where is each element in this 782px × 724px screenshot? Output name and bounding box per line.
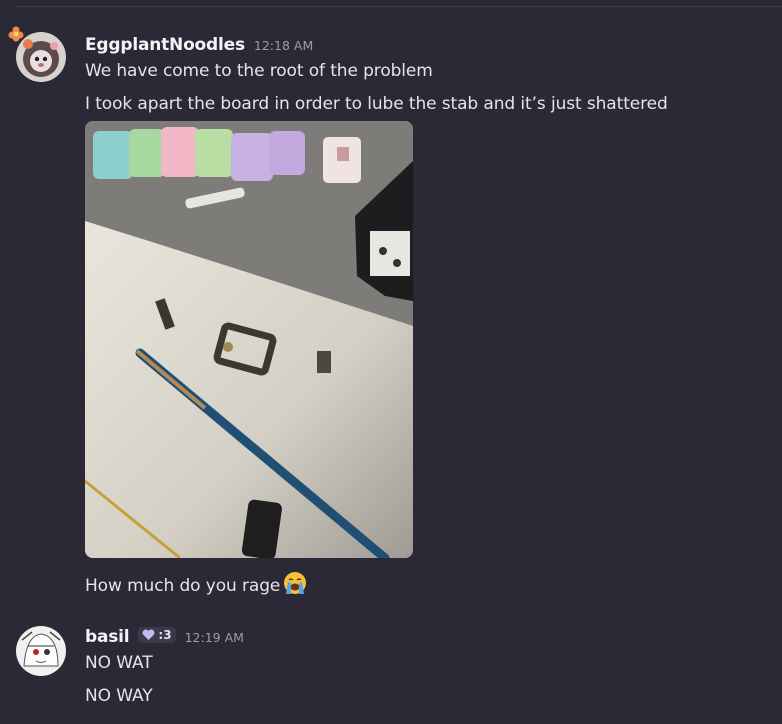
photo-broken-stabilizer	[85, 121, 413, 558]
message-text: How much do you rage	[85, 571, 307, 600]
avatar-image	[16, 626, 66, 676]
heart-icon	[142, 629, 155, 640]
message-header: EggplantNoodles 12:18 AM	[85, 35, 313, 55]
image-attachment[interactable]	[85, 121, 413, 558]
user-badge[interactable]: :3	[138, 627, 176, 643]
avatar[interactable]	[16, 626, 66, 676]
avatar-decoration-flower-icon	[8, 26, 24, 42]
timestamp[interactable]: 12:19 AM	[185, 630, 244, 645]
timestamp[interactable]: 12:18 AM	[254, 38, 313, 53]
message-header: basil :3 12:19 AM	[85, 627, 244, 647]
badge-label: :3	[158, 628, 172, 642]
message-divider	[16, 6, 782, 7]
loudly-crying-face-icon[interactable]	[283, 571, 307, 600]
username[interactable]: EggplantNoodles	[85, 35, 245, 55]
message-text: I took apart the board in order to lube …	[85, 94, 668, 114]
message-text: NO WAT	[85, 653, 153, 673]
message-text: We have come to the root of the problem	[85, 61, 433, 81]
message-text-content: How much do you rage	[85, 576, 281, 596]
message-text: NO WAY	[85, 686, 153, 706]
username[interactable]: basil	[85, 627, 130, 647]
